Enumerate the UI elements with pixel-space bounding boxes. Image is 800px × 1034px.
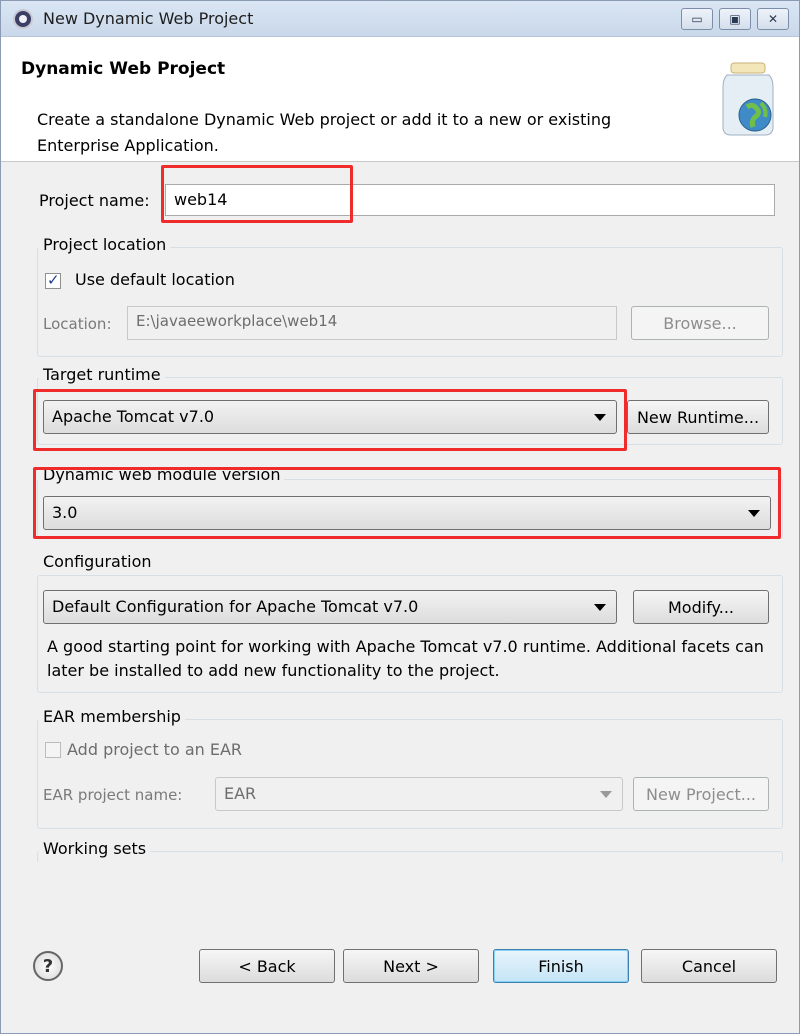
dialog-window: New Dynamic Web Project ▭ ▣ ✕ Dynamic We… [0, 0, 800, 1034]
close-button[interactable]: ✕ [757, 8, 789, 30]
configuration-title: Configuration [39, 552, 156, 571]
chevron-down-icon [748, 510, 760, 517]
target-runtime-selected: Apache Tomcat v7.0 [52, 407, 215, 426]
project-location-title: Project location [39, 235, 171, 254]
ear-membership-group [37, 719, 783, 829]
working-sets-title: Working sets [39, 839, 151, 858]
chevron-down-icon [600, 791, 612, 798]
module-version-select[interactable]: 3.0 [43, 496, 771, 530]
modify-button[interactable]: Modify... [633, 590, 769, 624]
minimize-button[interactable]: ▭ [681, 8, 713, 30]
web-project-jar-icon [722, 62, 774, 136]
next-button[interactable]: Next > [343, 949, 479, 983]
ear-membership-title: EAR membership [39, 707, 185, 726]
use-default-location-checkbox[interactable] [45, 271, 61, 289]
project-name-label: Project name: [39, 191, 150, 210]
back-button[interactable]: < Back [199, 949, 335, 983]
finish-button[interactable]: Finish [493, 949, 629, 983]
ear-project-name-selected: EAR [224, 784, 257, 803]
location-label: Location: [43, 315, 112, 333]
module-version-selected: 3.0 [52, 503, 78, 522]
ear-project-name-label: EAR project name: [43, 786, 183, 804]
new-project-button[interactable]: New Project... [633, 777, 769, 811]
help-icon[interactable]: ? [33, 951, 63, 981]
new-runtime-button[interactable]: New Runtime... [627, 400, 769, 434]
ear-project-name-select[interactable]: EAR [215, 777, 623, 811]
window-controls: ▭ ▣ ✕ [681, 8, 789, 30]
title-bar: New Dynamic Web Project ▭ ▣ ✕ [1, 1, 799, 37]
wizard-description: Create a standalone Dynamic Web project … [37, 110, 612, 155]
project-name-input[interactable]: web14 [165, 184, 775, 216]
browse-button[interactable]: Browse... [631, 306, 769, 340]
module-version-title: Dynamic web module version [39, 465, 285, 484]
wizard-heading: Dynamic Web Project [21, 59, 226, 79]
configuration-description: A good starting point for working with A… [47, 637, 764, 680]
add-to-ear-checkbox[interactable] [45, 742, 61, 758]
cancel-button[interactable]: Cancel [641, 949, 777, 983]
maximize-button[interactable]: ▣ [719, 8, 751, 30]
use-default-location-label: Use default location [75, 270, 235, 289]
configuration-selected: Default Configuration for Apache Tomcat … [52, 597, 419, 616]
target-runtime-title: Target runtime [39, 365, 165, 384]
wizard-banner: Dynamic Web Project Create a standalone … [1, 37, 799, 162]
configuration-select[interactable]: Default Configuration for Apache Tomcat … [43, 590, 617, 624]
eclipse-icon [13, 9, 33, 29]
chevron-down-icon [594, 604, 606, 611]
window-title: New Dynamic Web Project [43, 9, 254, 28]
location-input[interactable]: E:\javaeeworkplace\web14 [127, 306, 617, 340]
project-location-group [37, 247, 783, 357]
chevron-down-icon [594, 414, 606, 421]
target-runtime-select[interactable]: Apache Tomcat v7.0 [43, 400, 617, 434]
add-to-ear-label: Add project to an EAR [67, 740, 243, 759]
